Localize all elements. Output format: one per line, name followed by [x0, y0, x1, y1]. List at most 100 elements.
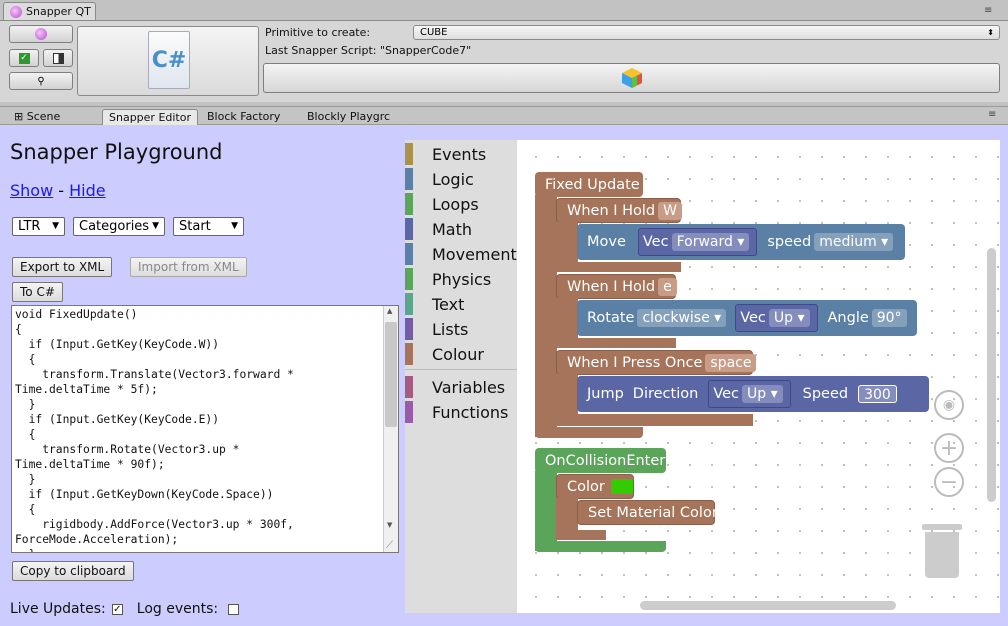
move-block[interactable]: Move Vec Forward ▾ speed medium ▾	[577, 224, 905, 260]
dropdown-arrow-icon: ▼	[152, 221, 159, 231]
panel-toggle-button[interactable]	[43, 49, 73, 67]
tab-snapper-editor[interactable]: Snapper Editor	[102, 109, 199, 126]
scroll-thumb[interactable]	[385, 322, 397, 427]
rotate-direction-dropdown[interactable]: clockwise ▾	[637, 309, 727, 327]
hide-link[interactable]: Hide	[69, 181, 105, 200]
blockly-toolbox: Events Logic Loops Math Movement Physics…	[405, 140, 517, 613]
toolbox-lists[interactable]: Lists	[405, 318, 468, 340]
color-block[interactable]: Color	[556, 474, 634, 499]
create-primitive-button[interactable]	[263, 63, 1000, 93]
jump-axis-dropdown[interactable]: Up ▾	[742, 385, 783, 403]
color-swatch[interactable]	[610, 479, 633, 494]
vec-forward-block[interactable]: Vec Forward ▾	[637, 228, 758, 256]
fixed-update-block[interactable]: Fixed Update	[535, 172, 643, 197]
toolbox-colour[interactable]: Colour	[405, 343, 484, 365]
toolbox-functions[interactable]: Functions	[405, 401, 508, 423]
toolbox-separator	[405, 369, 517, 370]
show-link[interactable]: Show	[10, 181, 53, 200]
toolbox-movement[interactable]: Movement	[405, 243, 517, 265]
hold-e-foot	[556, 338, 676, 348]
recenter-icon[interactable]: ◉	[934, 390, 964, 420]
tab-menu-icon[interactable]: ≡	[988, 109, 996, 120]
key-field-w[interactable]: W	[658, 201, 682, 220]
collision-arm	[535, 471, 557, 551]
log-events-label: Log events:	[136, 601, 219, 617]
export-xml-button[interactable]: Export to XML	[12, 257, 113, 277]
direction-dropdown[interactable]: Forward ▾	[671, 233, 750, 251]
tab-blockly-playground[interactable]: Blockly Playgrc	[301, 109, 396, 126]
last-script-label: Last Snapper Script: "SnapperCode7"	[265, 44, 472, 57]
toolbox-loops[interactable]: Loops	[405, 193, 479, 215]
primitive-label: Primitive to create:	[265, 26, 371, 39]
speed-dropdown[interactable]: medium ▾	[814, 233, 894, 251]
primitive-select[interactable]: CUBE ⬍	[413, 25, 1000, 40]
snapper-button[interactable]	[9, 25, 73, 43]
cube-icon	[621, 68, 642, 88]
jump-speed-field[interactable]: 300	[858, 385, 897, 403]
fixed-update-foot	[535, 427, 643, 438]
dropdown-arrow-icon: ▼	[231, 221, 238, 231]
on-collision-enter-block[interactable]: OnCollisionEnter	[535, 448, 666, 473]
dropdown-arrow-icon: ⬍	[987, 28, 994, 37]
window-menu-icon[interactable]: ≡	[984, 5, 992, 16]
axis-dropdown[interactable]: Up ▾	[768, 309, 810, 327]
key-field-space[interactable]: space	[705, 353, 757, 372]
half-square-icon	[52, 52, 64, 64]
user-button[interactable]: ⚲	[9, 72, 73, 90]
when-press-once-block[interactable]: When I Press Once space	[556, 350, 757, 375]
snapper-logo-icon	[10, 5, 22, 18]
to-csharp-button[interactable]: To C#	[12, 282, 63, 302]
toolbox-text[interactable]: Text	[405, 293, 464, 315]
resize-grip-icon[interactable]: ⟋	[386, 540, 393, 551]
tab-bar: ⊞ Scene Snapper Editor Block Factory Blo…	[0, 106, 1008, 126]
fixed-update-arm	[535, 195, 557, 437]
toolbox-physics[interactable]: Physics	[405, 268, 491, 290]
toolbox-events[interactable]: Events	[405, 143, 486, 165]
vec-up-block[interactable]: Vec Up ▾	[735, 304, 818, 332]
dropdown-arrow-icon: ▼	[52, 221, 59, 231]
toolbox-variables[interactable]: Variables	[405, 376, 505, 398]
workspace-horizontal-scrollbar[interactable]	[640, 601, 896, 610]
window-title: Snapper QT	[26, 5, 91, 18]
import-xml-button[interactable]: Import from XML	[130, 257, 247, 277]
workspace-vertical-scrollbar[interactable]	[987, 248, 996, 502]
key-field-e[interactable]: e	[658, 277, 677, 296]
check-toggle-button[interactable]: ✓	[9, 49, 39, 67]
zoom-in-icon[interactable]: +	[934, 433, 964, 463]
angle-field[interactable]: 90°	[871, 309, 907, 327]
code-output[interactable]: void FixedUpdate() { if (Input.GetKey(Ke…	[11, 305, 399, 553]
checkmark-icon: ✓	[18, 52, 30, 64]
when-hold-w-block[interactable]: When I Hold W	[556, 198, 682, 223]
when-hold-e-block[interactable]: When I Hold e	[556, 274, 677, 299]
user-icon: ⚲	[37, 75, 45, 87]
live-updates-checkbox[interactable]: ✓	[111, 603, 123, 615]
log-events-checkbox[interactable]	[228, 603, 240, 615]
copy-clipboard-button[interactable]: Copy to clipboard	[12, 561, 134, 581]
trash-icon[interactable]	[922, 524, 962, 580]
collision-foot	[535, 541, 666, 552]
code-scrollbar[interactable]: ▲ ▼	[383, 306, 398, 552]
vec-up-block-2[interactable]: Vec Up ▾	[708, 380, 791, 408]
link-separator: -	[53, 181, 70, 200]
zoom-out-icon[interactable]: −	[934, 467, 964, 497]
direction-select[interactable]: LTR ▼	[12, 217, 65, 236]
toolbox-logic[interactable]: Logic	[405, 168, 474, 190]
jump-block[interactable]: Jump Direction Vec Up ▾ Speed 300	[577, 376, 929, 412]
start-select[interactable]: Start ▼	[173, 217, 244, 236]
snapper-logo-icon	[35, 28, 47, 40]
rotate-block[interactable]: Rotate clockwise ▾ Vec Up ▾ Angle 90°	[577, 300, 917, 336]
scroll-up-icon[interactable]: ▲	[387, 307, 392, 315]
live-updates-label: Live Updates:	[10, 601, 106, 617]
tab-block-factory[interactable]: Block Factory	[201, 109, 286, 126]
scroll-down-icon[interactable]: ▼	[387, 521, 392, 529]
set-material-color-block[interactable]: Set Material Color	[577, 500, 718, 525]
categories-select[interactable]: Categories ▼	[73, 217, 165, 236]
tab-scene[interactable]: ⊞ Scene	[8, 109, 66, 126]
page-title: Snapper Playground	[10, 140, 223, 164]
csharp-file-icon: C#	[148, 31, 190, 89]
hold-w-foot	[556, 262, 681, 272]
window-tab[interactable]: Snapper QT	[3, 2, 96, 20]
press-foot	[556, 414, 753, 426]
toolbox-math[interactable]: Math	[405, 218, 472, 240]
color-foot	[556, 530, 606, 540]
